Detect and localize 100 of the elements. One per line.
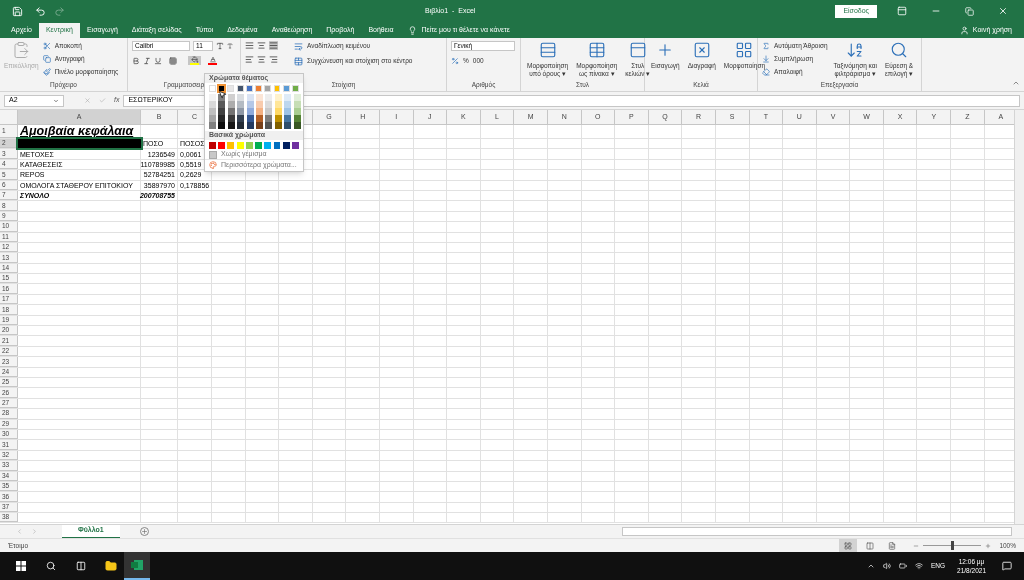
color-swatch[interactable] [209, 108, 216, 115]
color-swatch[interactable] [218, 108, 226, 115]
color-swatch[interactable] [265, 122, 273, 129]
color-swatch[interactable] [218, 122, 226, 129]
color-swatch[interactable] [246, 122, 254, 129]
color-swatch[interactable] [209, 115, 216, 122]
color-swatch[interactable] [237, 101, 245, 108]
currency-icon[interactable] [451, 56, 459, 65]
color-swatch[interactable] [218, 101, 226, 108]
battery-icon[interactable] [899, 562, 907, 570]
notifications-icon[interactable] [1002, 561, 1012, 571]
color-swatch[interactable] [246, 101, 254, 108]
wifi-icon[interactable] [915, 562, 923, 570]
grow-font-icon[interactable] [216, 42, 224, 50]
align-bottom-icon[interactable] [269, 41, 278, 50]
color-swatch[interactable] [237, 108, 245, 115]
color-swatch[interactable] [274, 122, 282, 129]
speaker-icon[interactable] [883, 562, 891, 570]
underline-icon[interactable] [154, 56, 162, 65]
columns-icon [866, 541, 875, 550]
color-swatch[interactable] [218, 115, 226, 122]
color-swatch[interactable] [209, 142, 216, 149]
color-swatch[interactable] [255, 115, 263, 122]
color-swatch[interactable] [293, 94, 301, 101]
color-swatch[interactable] [274, 101, 282, 108]
zoom-thumb[interactable] [950, 541, 954, 550]
color-swatch[interactable] [209, 101, 216, 108]
color-swatch[interactable] [284, 94, 292, 101]
collapse-ribbon-icon[interactable] [1012, 79, 1020, 87]
color-swatch[interactable] [274, 94, 282, 101]
color-swatch[interactable] [237, 115, 245, 122]
color-swatch[interactable] [265, 101, 273, 108]
color-swatch[interactable] [227, 115, 235, 122]
ribbon-options-icon[interactable] [897, 6, 907, 16]
color-swatch[interactable] [245, 142, 253, 149]
add-sheet-icon[interactable] [139, 527, 149, 536]
color-swatch[interactable] [284, 115, 292, 122]
font-color-button[interactable] [208, 56, 217, 65]
color-swatch[interactable] [292, 142, 299, 149]
align-top-icon[interactable] [245, 41, 254, 50]
color-swatch[interactable] [265, 108, 273, 115]
close-icon[interactable] [998, 6, 1008, 16]
color-swatch[interactable] [293, 108, 301, 115]
color-swatch[interactable] [265, 115, 273, 122]
save-icon[interactable] [12, 5, 23, 17]
color-swatch[interactable] [265, 94, 273, 101]
color-swatch[interactable] [237, 94, 245, 101]
align-left-icon[interactable] [245, 55, 254, 64]
zoom-in-icon[interactable] [985, 542, 992, 549]
restore-icon[interactable] [965, 6, 974, 16]
color-swatch[interactable] [255, 101, 263, 108]
wrap-icon [294, 41, 303, 51]
color-swatch[interactable] [282, 142, 290, 149]
panel-icon [628, 41, 647, 59]
color-swatch[interactable] [255, 108, 263, 115]
vertical-scrollbar[interactable] [1014, 110, 1024, 524]
color-swatch[interactable] [255, 122, 263, 129]
italic-icon[interactable] [143, 56, 151, 65]
search-icon[interactable] [46, 561, 56, 571]
windows-logo-icon[interactable] [16, 561, 26, 571]
task-view-icon[interactable] [76, 561, 86, 571]
color-swatch[interactable] [227, 122, 235, 129]
align-center-icon[interactable] [257, 55, 266, 64]
color-swatch[interactable] [284, 108, 292, 115]
align-middle-icon[interactable] [257, 41, 266, 50]
color-swatch[interactable] [246, 94, 254, 101]
color-swatch[interactable] [246, 115, 254, 122]
color-swatch[interactable] [293, 122, 301, 129]
color-swatch[interactable] [274, 108, 282, 115]
color-swatch[interactable] [209, 122, 216, 129]
undo-icon[interactable] [35, 5, 46, 17]
color-swatch[interactable] [264, 142, 272, 149]
color-swatch[interactable] [273, 142, 281, 149]
color-swatch[interactable] [293, 115, 301, 122]
color-swatch[interactable] [255, 142, 262, 149]
color-swatch[interactable] [255, 94, 263, 101]
color-swatch[interactable] [218, 142, 226, 149]
color-swatch[interactable] [293, 101, 301, 108]
tray-chevron-icon[interactable] [867, 562, 875, 570]
color-swatch[interactable] [284, 101, 292, 108]
zoom-slider[interactable] [923, 541, 982, 550]
color-swatch[interactable] [209, 94, 216, 101]
color-swatch[interactable] [227, 142, 235, 149]
shrink-font-icon[interactable] [227, 43, 233, 49]
bold-icon[interactable] [132, 56, 140, 65]
fill-color-button[interactable] [188, 56, 201, 65]
color-swatch[interactable] [227, 101, 235, 108]
horizontal-scrollbar[interactable] [622, 527, 1012, 536]
color-swatch[interactable] [246, 108, 254, 115]
color-swatch[interactable] [227, 108, 235, 115]
color-swatch[interactable] [236, 142, 244, 149]
color-swatch[interactable] [274, 115, 282, 122]
view-button[interactable] [839, 539, 858, 552]
color-swatch[interactable] [284, 122, 292, 129]
color-swatch[interactable] [227, 94, 235, 101]
spreadsheet-app-button[interactable] [124, 552, 150, 580]
align-right-icon[interactable] [269, 55, 278, 64]
dropdown-caret-icon[interactable] [53, 97, 59, 104]
color-swatch[interactable] [237, 122, 245, 129]
color-swatch[interactable] [218, 85, 226, 92]
